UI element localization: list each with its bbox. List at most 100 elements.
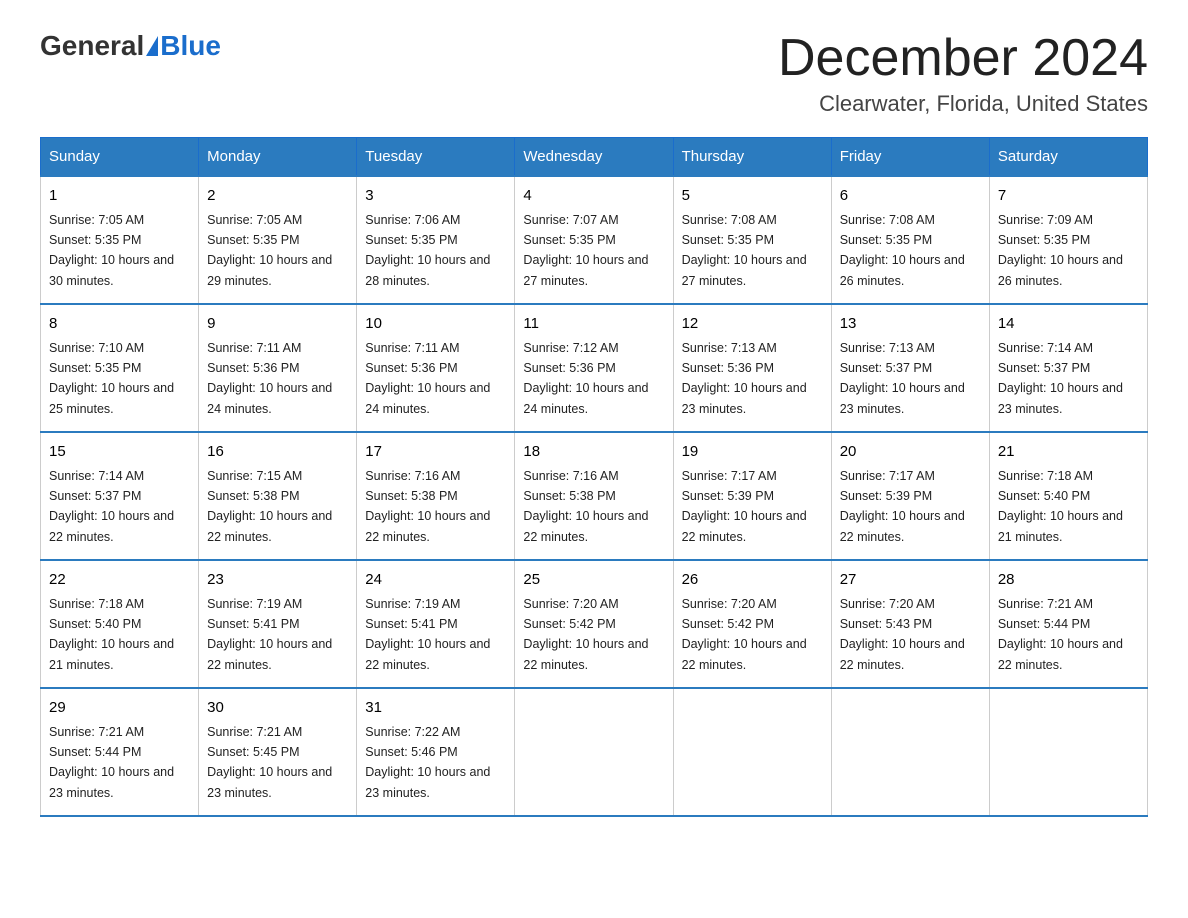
header-tuesday: Tuesday (357, 138, 515, 177)
calendar-empty-cell (673, 688, 831, 816)
page-header: General Blue December 2024 Clearwater, F… (40, 30, 1148, 117)
day-info: Sunrise: 7:18 AMSunset: 5:40 PMDaylight:… (998, 469, 1123, 544)
day-number: 8 (49, 313, 190, 336)
day-number: 20 (840, 441, 981, 464)
day-info: Sunrise: 7:14 AMSunset: 5:37 PMDaylight:… (49, 469, 174, 544)
calendar-day-25: 25 Sunrise: 7:20 AMSunset: 5:42 PMDaylig… (515, 560, 673, 688)
day-number: 24 (365, 569, 506, 592)
calendar-day-21: 21 Sunrise: 7:18 AMSunset: 5:40 PMDaylig… (989, 432, 1147, 560)
calendar-day-4: 4 Sunrise: 7:07 AMSunset: 5:35 PMDayligh… (515, 176, 673, 304)
day-number: 30 (207, 697, 348, 720)
calendar-day-7: 7 Sunrise: 7:09 AMSunset: 5:35 PMDayligh… (989, 176, 1147, 304)
day-info: Sunrise: 7:14 AMSunset: 5:37 PMDaylight:… (998, 341, 1123, 416)
location-title: Clearwater, Florida, United States (778, 91, 1148, 117)
day-number: 4 (523, 185, 664, 208)
calendar-week-2: 8 Sunrise: 7:10 AMSunset: 5:35 PMDayligh… (41, 304, 1148, 432)
day-info: Sunrise: 7:20 AMSunset: 5:43 PMDaylight:… (840, 597, 965, 672)
day-number: 12 (682, 313, 823, 336)
weekday-header-row: Sunday Monday Tuesday Wednesday Thursday… (41, 138, 1148, 177)
logo-general-text: General (40, 30, 144, 62)
day-info: Sunrise: 7:15 AMSunset: 5:38 PMDaylight:… (207, 469, 332, 544)
calendar-empty-cell (515, 688, 673, 816)
calendar-day-10: 10 Sunrise: 7:11 AMSunset: 5:36 PMDaylig… (357, 304, 515, 432)
day-number: 7 (998, 185, 1139, 208)
calendar-day-8: 8 Sunrise: 7:10 AMSunset: 5:35 PMDayligh… (41, 304, 199, 432)
day-info: Sunrise: 7:11 AMSunset: 5:36 PMDaylight:… (365, 341, 490, 416)
day-number: 29 (49, 697, 190, 720)
day-info: Sunrise: 7:16 AMSunset: 5:38 PMDaylight:… (365, 469, 490, 544)
calendar-day-19: 19 Sunrise: 7:17 AMSunset: 5:39 PMDaylig… (673, 432, 831, 560)
calendar-week-1: 1 Sunrise: 7:05 AMSunset: 5:35 PMDayligh… (41, 176, 1148, 304)
day-number: 2 (207, 185, 348, 208)
header-sunday: Sunday (41, 138, 199, 177)
calendar-day-27: 27 Sunrise: 7:20 AMSunset: 5:43 PMDaylig… (831, 560, 989, 688)
month-title: December 2024 (778, 30, 1148, 87)
day-info: Sunrise: 7:21 AMSunset: 5:44 PMDaylight:… (49, 725, 174, 800)
day-info: Sunrise: 7:05 AMSunset: 5:35 PMDaylight:… (207, 213, 332, 288)
day-number: 31 (365, 697, 506, 720)
calendar-day-12: 12 Sunrise: 7:13 AMSunset: 5:36 PMDaylig… (673, 304, 831, 432)
day-number: 5 (682, 185, 823, 208)
calendar-day-15: 15 Sunrise: 7:14 AMSunset: 5:37 PMDaylig… (41, 432, 199, 560)
day-info: Sunrise: 7:13 AMSunset: 5:37 PMDaylight:… (840, 341, 965, 416)
day-info: Sunrise: 7:08 AMSunset: 5:35 PMDaylight:… (840, 213, 965, 288)
calendar-day-23: 23 Sunrise: 7:19 AMSunset: 5:41 PMDaylig… (199, 560, 357, 688)
header-monday: Monday (199, 138, 357, 177)
logo-area: General Blue (40, 30, 221, 62)
day-info: Sunrise: 7:18 AMSunset: 5:40 PMDaylight:… (49, 597, 174, 672)
day-info: Sunrise: 7:10 AMSunset: 5:35 PMDaylight:… (49, 341, 174, 416)
day-number: 23 (207, 569, 348, 592)
day-info: Sunrise: 7:05 AMSunset: 5:35 PMDaylight:… (49, 213, 174, 288)
calendar-day-26: 26 Sunrise: 7:20 AMSunset: 5:42 PMDaylig… (673, 560, 831, 688)
calendar-day-11: 11 Sunrise: 7:12 AMSunset: 5:36 PMDaylig… (515, 304, 673, 432)
calendar-day-2: 2 Sunrise: 7:05 AMSunset: 5:35 PMDayligh… (199, 176, 357, 304)
header-thursday: Thursday (673, 138, 831, 177)
day-info: Sunrise: 7:21 AMSunset: 5:44 PMDaylight:… (998, 597, 1123, 672)
day-info: Sunrise: 7:17 AMSunset: 5:39 PMDaylight:… (840, 469, 965, 544)
day-number: 9 (207, 313, 348, 336)
day-number: 17 (365, 441, 506, 464)
logo-blue-text: Blue (160, 30, 221, 62)
day-info: Sunrise: 7:19 AMSunset: 5:41 PMDaylight:… (365, 597, 490, 672)
calendar-day-9: 9 Sunrise: 7:11 AMSunset: 5:36 PMDayligh… (199, 304, 357, 432)
calendar-week-3: 15 Sunrise: 7:14 AMSunset: 5:37 PMDaylig… (41, 432, 1148, 560)
title-area: December 2024 Clearwater, Florida, Unite… (778, 30, 1148, 117)
calendar-week-5: 29 Sunrise: 7:21 AMSunset: 5:44 PMDaylig… (41, 688, 1148, 816)
header-wednesday: Wednesday (515, 138, 673, 177)
calendar-day-22: 22 Sunrise: 7:18 AMSunset: 5:40 PMDaylig… (41, 560, 199, 688)
day-info: Sunrise: 7:19 AMSunset: 5:41 PMDaylight:… (207, 597, 332, 672)
calendar-day-16: 16 Sunrise: 7:15 AMSunset: 5:38 PMDaylig… (199, 432, 357, 560)
day-number: 28 (998, 569, 1139, 592)
logo: General Blue (40, 30, 221, 62)
calendar-day-30: 30 Sunrise: 7:21 AMSunset: 5:45 PMDaylig… (199, 688, 357, 816)
day-number: 6 (840, 185, 981, 208)
logo-triangle-icon (146, 36, 158, 56)
day-number: 22 (49, 569, 190, 592)
day-number: 14 (998, 313, 1139, 336)
calendar-day-18: 18 Sunrise: 7:16 AMSunset: 5:38 PMDaylig… (515, 432, 673, 560)
calendar-table: Sunday Monday Tuesday Wednesday Thursday… (40, 137, 1148, 817)
calendar-day-20: 20 Sunrise: 7:17 AMSunset: 5:39 PMDaylig… (831, 432, 989, 560)
day-number: 16 (207, 441, 348, 464)
day-info: Sunrise: 7:08 AMSunset: 5:35 PMDaylight:… (682, 213, 807, 288)
day-number: 25 (523, 569, 664, 592)
calendar-day-6: 6 Sunrise: 7:08 AMSunset: 5:35 PMDayligh… (831, 176, 989, 304)
calendar-day-17: 17 Sunrise: 7:16 AMSunset: 5:38 PMDaylig… (357, 432, 515, 560)
day-number: 13 (840, 313, 981, 336)
day-number: 11 (523, 313, 664, 336)
calendar-week-4: 22 Sunrise: 7:18 AMSunset: 5:40 PMDaylig… (41, 560, 1148, 688)
calendar-empty-cell (989, 688, 1147, 816)
calendar-day-29: 29 Sunrise: 7:21 AMSunset: 5:44 PMDaylig… (41, 688, 199, 816)
day-number: 10 (365, 313, 506, 336)
header-saturday: Saturday (989, 138, 1147, 177)
calendar-day-24: 24 Sunrise: 7:19 AMSunset: 5:41 PMDaylig… (357, 560, 515, 688)
day-number: 3 (365, 185, 506, 208)
day-info: Sunrise: 7:17 AMSunset: 5:39 PMDaylight:… (682, 469, 807, 544)
day-info: Sunrise: 7:12 AMSunset: 5:36 PMDaylight:… (523, 341, 648, 416)
day-info: Sunrise: 7:22 AMSunset: 5:46 PMDaylight:… (365, 725, 490, 800)
day-number: 27 (840, 569, 981, 592)
day-info: Sunrise: 7:11 AMSunset: 5:36 PMDaylight:… (207, 341, 332, 416)
day-info: Sunrise: 7:13 AMSunset: 5:36 PMDaylight:… (682, 341, 807, 416)
day-info: Sunrise: 7:21 AMSunset: 5:45 PMDaylight:… (207, 725, 332, 800)
calendar-day-3: 3 Sunrise: 7:06 AMSunset: 5:35 PMDayligh… (357, 176, 515, 304)
